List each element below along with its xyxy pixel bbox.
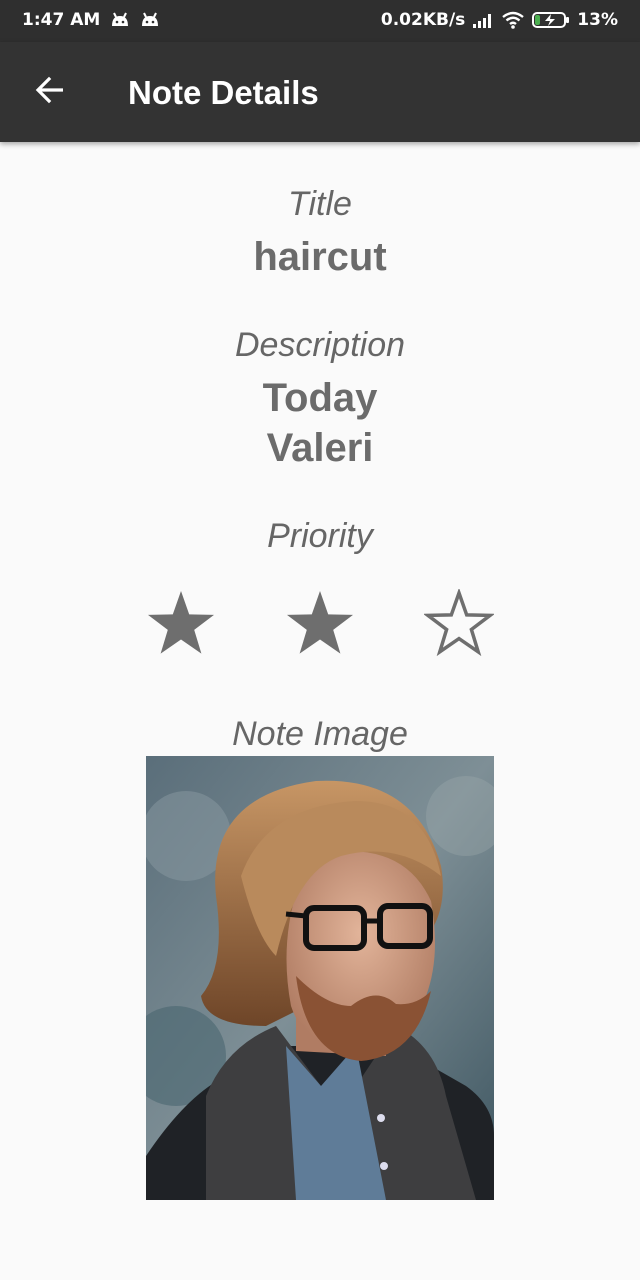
battery-level: 13% [577, 10, 618, 30]
status-bar: 1:47 AM 0.02KB/s 13% [0, 0, 640, 42]
android-notification-icon [110, 12, 130, 28]
app-bar: Note Details [0, 42, 640, 142]
star-outline-icon [422, 587, 496, 662]
back-button[interactable] [24, 66, 76, 118]
description-label: Description [234, 326, 406, 364]
star-1[interactable] [141, 585, 221, 665]
star-filled-icon [285, 589, 355, 662]
status-time: 1:47 AM [22, 10, 101, 30]
arrow-back-icon [34, 74, 66, 111]
priority-label: Priority [267, 517, 373, 555]
star-2[interactable] [280, 585, 360, 665]
wifi-icon [501, 11, 525, 29]
signal-icon [472, 12, 494, 28]
star-3[interactable] [419, 585, 499, 665]
battery-charging-icon [532, 11, 570, 29]
description-line-1: Today [262, 376, 378, 420]
star-filled-icon [146, 589, 216, 662]
title-value: haircut [253, 235, 387, 279]
note-image [146, 756, 494, 1200]
description-line-2: Valeri [266, 426, 374, 470]
network-speed: 0.02KB/s [380, 10, 466, 30]
page-title: Note Details [128, 74, 319, 111]
android-notification-icon [140, 12, 160, 28]
note-image-label: Note Image [232, 715, 408, 753]
title-label: Title [288, 185, 352, 223]
priority-rating [0, 585, 640, 665]
